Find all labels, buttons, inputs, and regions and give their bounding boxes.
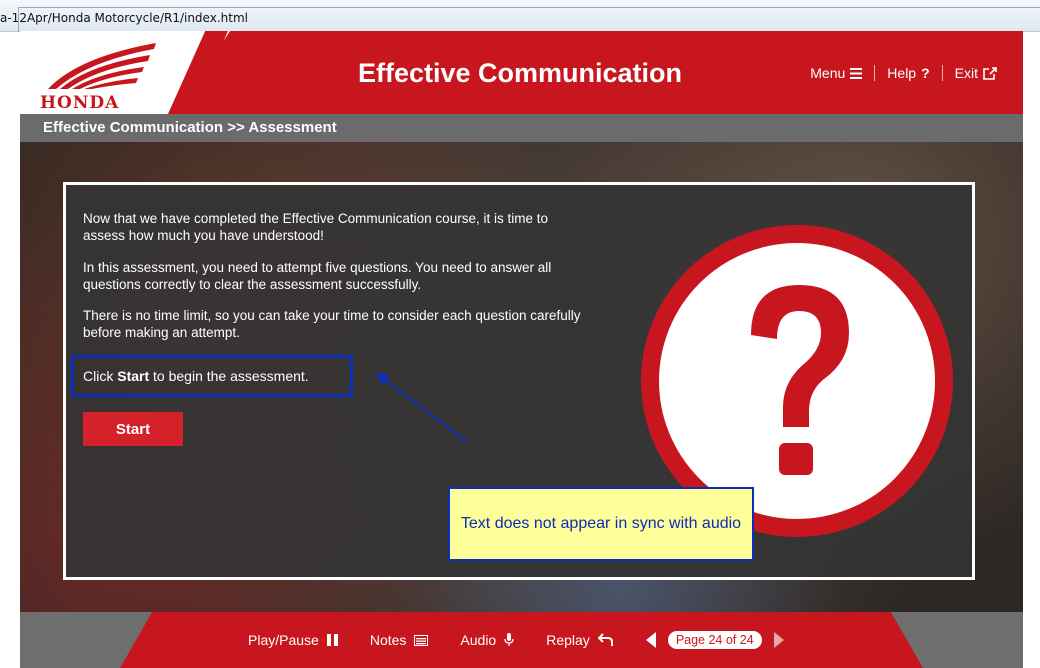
replay-label: Replay <box>546 632 590 648</box>
prev-page-icon[interactable] <box>645 632 656 648</box>
replay-icon <box>597 633 613 646</box>
course-window: HONDA Effective Communication Menu Help … <box>20 31 1023 668</box>
annotation-callout: Text does not appear in sync with audio <box>448 487 754 561</box>
intro-paragraph: Now that we have completed the Effective… <box>83 211 548 243</box>
time-limit-paragraph: There is no time limit, so you can take … <box>83 308 581 340</box>
top-nav: Menu Help ? Exit <box>798 65 1009 81</box>
menu-label: Menu <box>810 65 846 81</box>
microphone-icon <box>504 633 514 646</box>
exit-button[interactable]: Exit <box>943 65 1009 81</box>
header: HONDA Effective Communication Menu Help … <box>20 31 1023 114</box>
honda-wing-logo-icon <box>48 43 156 89</box>
audio-label: Audio <box>460 632 497 648</box>
help-icon: ? <box>921 65 930 81</box>
content-frame-border <box>18 7 1040 32</box>
help-button[interactable]: Help ? <box>875 65 941 81</box>
start-button[interactable]: Start <box>83 412 183 446</box>
replay-button[interactable]: Replay <box>546 632 614 648</box>
play-pause-button[interactable]: Play/Pause <box>248 632 338 648</box>
course-title: Effective Communication <box>357 58 683 88</box>
play-pause-label: Play/Pause <box>248 632 319 648</box>
menu-icon <box>850 67 863 79</box>
annotation-highlight-box <box>71 355 353 397</box>
notes-button[interactable]: Notes <box>370 632 429 648</box>
assessment-panel: Now that we have completed the Effective… <box>63 182 975 580</box>
audio-button[interactable]: Audio <box>460 632 514 648</box>
instructions-paragraph: In this assessment, you need to attempt … <box>83 260 552 292</box>
exit-icon <box>983 66 997 80</box>
footer-nav: Play/Pause Notes Audio Replay Page 24 of… <box>248 631 784 649</box>
notes-icon <box>414 634 429 646</box>
content-stage: Now that we have completed the Effective… <box>20 142 1023 612</box>
pause-icon <box>326 634 338 646</box>
breadcrumb: Effective Communication >> Assessment <box>20 114 1023 142</box>
help-label: Help <box>887 65 917 81</box>
browser-address-bar: a-12Apr/Honda Motorcycle/R1/index.html <box>0 0 1040 32</box>
menu-button[interactable]: Menu <box>798 65 874 81</box>
notes-label: Notes <box>369 632 407 648</box>
question-mark-icon <box>751 285 849 475</box>
breadcrumb-text: Effective Communication >> Assessment <box>43 119 337 136</box>
exit-label: Exit <box>954 65 978 81</box>
honda-wordmark: HONDA <box>40 93 120 113</box>
page-indicator: Page 24 of 24 <box>667 631 762 649</box>
next-page-icon[interactable] <box>773 632 784 648</box>
